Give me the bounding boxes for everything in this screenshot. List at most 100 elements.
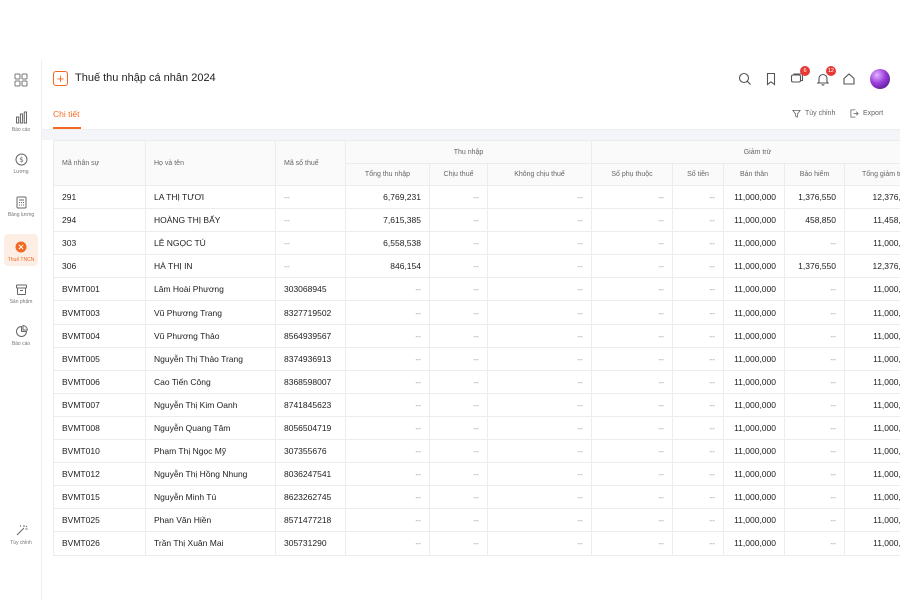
cell-ban-than: 11,000,000 [723, 462, 785, 487]
sidebar-item-bang-luong[interactable]: Bảng lương [0, 195, 42, 218]
col-header-ma-nhan-su[interactable]: Mã nhân sự [53, 140, 146, 186]
content-divider [42, 130, 900, 140]
avatar[interactable] [870, 69, 890, 89]
cell-khong-chiu-thue: -- [487, 300, 592, 325]
cell-chiu-thue: -- [429, 254, 488, 279]
sidebar-item-bao-cao-2[interactable]: Báo cáo [0, 324, 42, 347]
table-row[interactable]: BVMT026 Trần Thị Xuân Mai 305731290 -- -- -- -… [53, 531, 900, 556]
table-row[interactable]: BVMT008 Nguyễn Quang Tâm 8056504719 -- -- -- -… [53, 415, 900, 441]
cell-ma-so-thue: -- [275, 254, 346, 279]
table-row[interactable]: BVMT015 Nguyễn Minh Tú 8623262745 -- -- -- -- -… [53, 485, 900, 510]
cell-tong-giam-tru: 11,000,000 [843, 439, 900, 464]
cell-bao-hiem: -- [784, 415, 845, 441]
cell-so-tien: -- [672, 300, 724, 325]
col-header-bao-hiem[interactable]: Bảo hiểm [784, 163, 845, 186]
cell-chiu-thue: -- [429, 508, 488, 533]
add-icon[interactable]: + [53, 71, 68, 86]
table-row[interactable]: BVMT006 Cao Tiến Công 8368598007 -- -- -- -- --… [53, 369, 900, 394]
cell-tong-thu-nhap: -- [345, 300, 430, 325]
sidebar-item-luong[interactable]: $ Lương [0, 152, 42, 175]
table-row[interactable]: BVMT003 Vũ Phương Trang 8327719502 -- -- -- --… [53, 300, 900, 325]
col-header-chiu-thue[interactable]: Chịu thuế [429, 163, 488, 186]
cell-ma-nhan-su: BVMT025 [53, 508, 146, 533]
cell-so-phu-thuoc: -- [591, 392, 673, 417]
cell-tong-giam-tru: 11,000,000 [843, 415, 900, 441]
col-header-ma-so-thue[interactable]: Mã số thuế [275, 140, 346, 186]
table-row[interactable]: 303 LÊ NGỌC TÚ -- 6,558,538 -- -- -- -- 11,000,0… [53, 231, 900, 256]
col-header-ho-ten[interactable]: Họ và tên [145, 140, 276, 186]
tab-chi-tiet[interactable]: Chi tiết [53, 109, 79, 119]
table-row[interactable]: BVMT012 Nguyễn Thị Hồng Nhung 8036247541 --… [53, 462, 900, 487]
col-header-ban-than[interactable]: Bản thân [723, 163, 785, 186]
cell-so-phu-thuoc: -- [591, 277, 673, 302]
dollar-circle-icon: $ [14, 152, 28, 166]
cell-khong-chiu-thue: -- [487, 346, 592, 371]
col-header-tong-giam-tru[interactable]: Tổng giảm trừ [843, 163, 900, 186]
table-row[interactable]: BVMT004 Vũ Phương Thảo 8564939567 -- -- -- -- -… [53, 323, 900, 348]
col-header-khong-chiu-thue[interactable]: Không chịu thuế [487, 163, 592, 186]
cell-ho-ten: LA THỊ TƯƠI [145, 184, 276, 210]
cell-ma-so-thue: 8564939567 [275, 323, 346, 348]
cell-tong-giam-tru: 11,000,000 [843, 231, 900, 256]
notifications-badge: 12 [825, 66, 836, 76]
apps-grid-icon[interactable] [14, 73, 28, 92]
sidebar: Báo cáo $ Lương Bảng lương Thuế TNCN Sản… [0, 60, 42, 600]
cell-chiu-thue: -- [429, 462, 488, 487]
export-button[interactable]: Export [850, 109, 883, 118]
table-row[interactable]: BVMT007 Nguyễn Thị Kim Oanh 8741845623 -- --… [53, 392, 900, 417]
sidebar-item-tuy-chinh[interactable]: Tùy chỉnh [0, 523, 42, 546]
table-row[interactable]: 294 HOÀNG THỊ BẤY -- 7,615,385 -- -- -- -- 11,00… [53, 208, 900, 233]
cell-bao-hiem: -- [784, 531, 845, 556]
sidebar-item-san-pham[interactable]: Sản phẩm [0, 282, 42, 305]
cell-ho-ten: Nguyễn Quang Tâm [145, 415, 276, 441]
notification-bell-icon[interactable]: 12 [816, 66, 836, 86]
col-group-thu-nhap: Thu nhập [345, 140, 592, 164]
cell-ma-nhan-su: 306 [53, 254, 146, 279]
cell-ma-nhan-su: BVMT004 [53, 323, 146, 348]
table-row[interactable]: BVMT025 Phan Văn Hiền 8571477218 -- -- -- -- --… [53, 508, 900, 533]
cell-so-tien: -- [672, 369, 724, 394]
sidebar-item-label: Sản phẩm [9, 299, 33, 305]
table-row[interactable]: 291 LA THỊ TƯƠI -- 6,769,231 -- -- -- -- 11,000,… [53, 184, 900, 210]
sidebar-item-label: Thuế TNCN [7, 257, 35, 263]
bookmark-icon[interactable] [764, 72, 778, 86]
cell-khong-chiu-thue: -- [487, 277, 592, 302]
cell-khong-chiu-thue: -- [487, 531, 592, 556]
cell-ma-nhan-su: 294 [53, 208, 146, 233]
cell-so-phu-thuoc: -- [591, 231, 673, 256]
active-tab-indicator [53, 127, 81, 129]
bar-chart-icon [14, 110, 28, 124]
cell-ma-so-thue: 8623262745 [275, 485, 346, 510]
customize-button[interactable]: Tùy chỉnh [792, 109, 835, 118]
col-header-so-tien[interactable]: Số tiền [672, 163, 724, 186]
cell-ho-ten: HÀ THỊ IN [145, 254, 276, 279]
cell-chiu-thue: -- [429, 208, 488, 233]
sidebar-item-label: Lương [13, 169, 29, 175]
cell-tong-thu-nhap: -- [345, 508, 430, 533]
table-row[interactable]: BVMT010 Phạm Thị Ngọc Mỹ 307355676 -- -- -- --… [53, 439, 900, 464]
cell-so-tien: -- [672, 439, 724, 464]
table-row[interactable]: BVMT001 Lâm Hoài Phương 303068945 -- -- -- -- -… [53, 277, 900, 302]
table-row[interactable]: 306 HÀ THỊ IN -- 846,154 -- -- -- -- 11,000,000 1… [53, 254, 900, 279]
table-row[interactable]: BVMT005 Nguyễn Thị Thảo Trang 8374936913 --… [53, 346, 900, 371]
col-header-tong-thu-nhap[interactable]: Tổng thu nhập [345, 163, 430, 186]
cell-khong-chiu-thue: -- [487, 508, 592, 533]
search-icon[interactable] [738, 72, 752, 86]
cell-ma-nhan-su: BVMT007 [53, 392, 146, 417]
col-header-so-phu-thuoc[interactable]: Số phụ thuộc [591, 163, 673, 186]
messages-icon[interactable]: 6 [790, 66, 810, 86]
home-icon[interactable] [842, 72, 856, 86]
sidebar-item-bao-cao[interactable]: Báo cáo [0, 110, 42, 133]
cell-so-phu-thuoc: -- [591, 439, 673, 464]
cell-bao-hiem: -- [784, 439, 845, 464]
cell-ho-ten: Lâm Hoài Phương [145, 277, 276, 302]
cell-tong-thu-nhap: -- [345, 485, 430, 510]
cell-ban-than: 11,000,000 [723, 277, 785, 302]
svg-text:$: $ [19, 156, 23, 164]
tax-table-container[interactable]: Mã nhân sự Họ và tên Mã số thuế Thu nhập… [53, 140, 900, 600]
cell-khong-chiu-thue: -- [487, 415, 592, 441]
cell-tong-giam-tru: 11,000,000 [843, 369, 900, 394]
sidebar-item-thue-tncn[interactable]: Thuế TNCN [4, 234, 38, 266]
cell-ho-ten: Cao Tiến Công [145, 369, 276, 394]
cell-bao-hiem: 458,850 [784, 208, 845, 233]
